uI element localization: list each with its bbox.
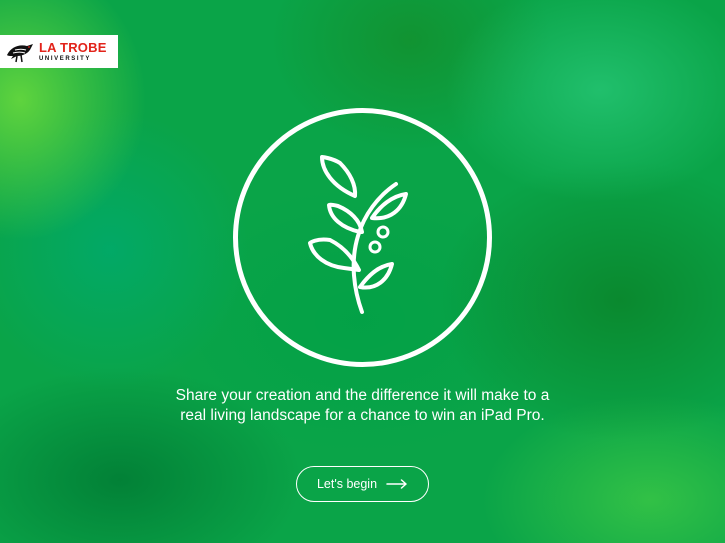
hero-message-line-1: Share your creation and the difference i… xyxy=(175,387,550,404)
hero-circle xyxy=(233,108,492,367)
arrow-right-icon xyxy=(386,479,407,489)
hero-message-line-2: real living landscape for a chance to wi… xyxy=(180,407,545,424)
latrobe-bird-icon xyxy=(7,43,33,62)
hero-message: Share your creation and the difference i… xyxy=(100,386,625,426)
logo-name: LA TROBE xyxy=(39,40,107,55)
lets-begin-button[interactable]: Let's begin xyxy=(296,466,429,502)
lets-begin-label: Let's begin xyxy=(316,477,378,491)
logo-subtitle: UNIVERSITY xyxy=(39,56,92,62)
la-trobe-logo: LA TROBE UNIVERSITY xyxy=(0,35,118,68)
